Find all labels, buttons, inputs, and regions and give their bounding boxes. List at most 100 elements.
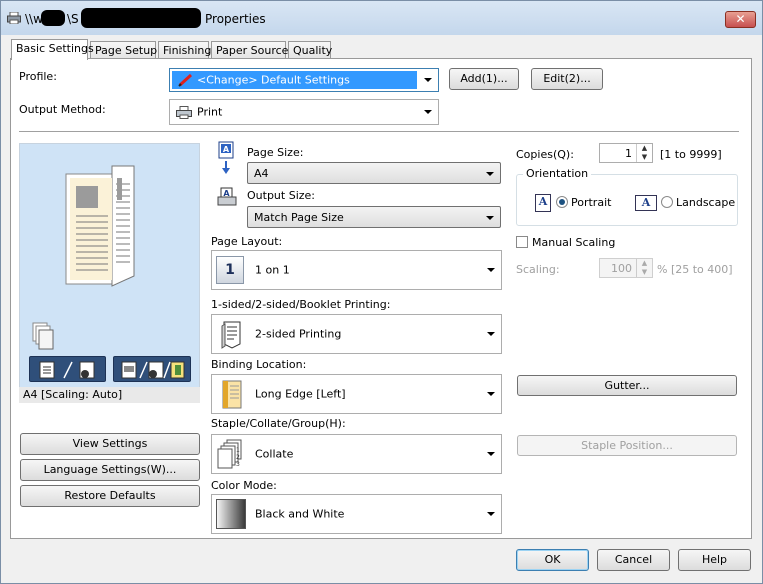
scaling-value: 100 [611,262,632,275]
output-size-value: Match Page Size [254,211,344,224]
output-size-select[interactable]: Match Page Size [247,206,501,228]
ok-button[interactable]: OK [516,549,589,571]
spinner-arrows[interactable]: ▲ ▼ [636,259,652,277]
booklet-toggle-button[interactable] [113,356,191,382]
tab-paper-source[interactable]: Paper Source [211,41,288,59]
orientation-legend: Orientation [523,167,592,180]
collate-icon: 1 2 3 [217,439,242,469]
staple-position-button[interactable]: Staple Position... [517,435,737,456]
page-size-icon: A [218,141,234,174]
scaling-spinner[interactable]: 100 ▲ ▼ [599,258,653,278]
preview-caption: A4 [Scaling: Auto] [19,387,200,403]
window-title: Properties [205,12,266,26]
spin-up-icon[interactable]: ▲ [637,259,652,268]
add-profile-button[interactable]: Add(1)... [449,68,519,90]
color-mode-label: Color Mode: [211,479,277,492]
spin-down-icon[interactable]: ▼ [637,153,652,162]
page-size-label: Page Size: [247,146,304,159]
properties-window: \\w \S Properties ✕ Basic Settings Page … [0,0,763,584]
spin-up-icon[interactable]: ▲ [637,144,652,153]
sided-label: 1-sided/2-sided/Booklet Printing: [211,298,391,311]
sided-value: 2-sided Printing [255,327,342,341]
profile-select[interactable]: <Change> Default Settings [169,68,439,92]
booklet-icon [121,361,185,379]
page-layout-icon-text: 1 [225,262,235,278]
redacted-block [41,10,65,26]
landscape-radio[interactable] [661,196,673,208]
two-sided-icon [221,321,241,349]
page-size-select[interactable]: A4 [247,162,501,184]
one-sided-toggle-button[interactable] [29,356,106,382]
chevron-down-icon [486,172,494,176]
svg-text:1: 1 [236,447,240,454]
tab-page-setup[interactable]: Page Setup [90,41,157,59]
profile-value: <Change> Default Settings [197,73,350,87]
redacted-block [81,8,201,28]
landscape-icon-letter: A [641,196,651,209]
restore-defaults-button[interactable]: Restore Defaults [20,485,200,507]
printer-icon [176,106,192,119]
window-path-mid: \S [67,12,79,26]
svg-text:A: A [223,145,230,154]
divider [19,131,739,132]
output-method-label: Output Method: [19,103,106,116]
print-preview [19,143,200,403]
view-settings-button[interactable]: View Settings [20,433,200,455]
binding-value: Long Edge [Left] [255,387,346,401]
color-mode-select[interactable]: Black and White [211,494,502,534]
close-button[interactable]: ✕ [725,11,756,28]
page-layout-icon: 1 [216,256,244,284]
language-settings-button[interactable]: Language Settings(W)... [20,459,200,481]
edit-profile-button[interactable]: Edit(2)... [531,68,603,90]
title-bar: \\w \S Properties ✕ [1,1,762,35]
chevron-down-icon [487,332,495,336]
portrait-icon-letter: A [538,195,548,208]
help-button[interactable]: Help [678,549,751,571]
copies-range: [1 to 9999] [660,148,722,161]
binding-left-icon [222,380,242,409]
portrait-radio[interactable] [556,196,568,208]
svg-text:2: 2 [236,454,240,461]
color-mode-value: Black and White [255,507,345,521]
tab-finishing[interactable]: Finishing [158,41,211,59]
landscape-label: Landscape [676,196,736,209]
chevron-down-icon [487,268,495,272]
output-size-icon: A [217,187,237,206]
scaling-range: % [25 to 400] [657,263,733,276]
staple-collate-select[interactable]: 1 2 3 Collate [211,434,502,474]
pencil-icon [178,73,193,87]
spinner-arrows[interactable]: ▲ ▼ [636,144,652,162]
tab-quality[interactable]: Quality [288,41,332,59]
one-sided-icon [39,361,95,379]
chevron-down-icon [487,512,495,516]
gutter-button[interactable]: Gutter... [517,375,737,396]
chevron-down-icon [424,110,432,114]
cancel-button[interactable]: Cancel [597,549,670,571]
landscape-icon: A [635,195,657,211]
staple-collate-label: Staple/Collate/Group(H): [211,417,346,430]
sided-select[interactable]: 2-sided Printing [211,314,502,354]
profile-label: Profile: [19,70,57,83]
manual-scaling-checkbox[interactable] [516,236,528,248]
output-method-value: Print [197,105,223,119]
binding-select[interactable]: Long Edge [Left] [211,374,502,414]
output-method-select[interactable]: Print [169,99,439,125]
spin-down-icon[interactable]: ▼ [637,268,652,277]
binding-label: Binding Location: [211,358,307,371]
portrait-icon: A [535,194,551,212]
chevron-down-icon [487,452,495,456]
tab-basic-settings[interactable]: Basic Settings [11,39,94,60]
portrait-label: Portrait [571,196,612,209]
chevron-down-icon [486,216,494,220]
copies-spinner[interactable]: 1 ▲ ▼ [599,143,653,163]
page-layout-select[interactable]: 1 1 on 1 [211,250,502,290]
chevron-down-icon [424,78,432,82]
output-size-label: Output Size: [247,189,315,202]
chevron-down-icon [487,392,495,396]
black-white-icon [216,499,246,529]
page-size-value: A4 [254,167,269,180]
manual-scaling-label: Manual Scaling [532,236,616,249]
copies-label: Copies(Q): [516,148,574,161]
copies-stack-icon [32,322,54,350]
printer-icon [7,12,21,24]
